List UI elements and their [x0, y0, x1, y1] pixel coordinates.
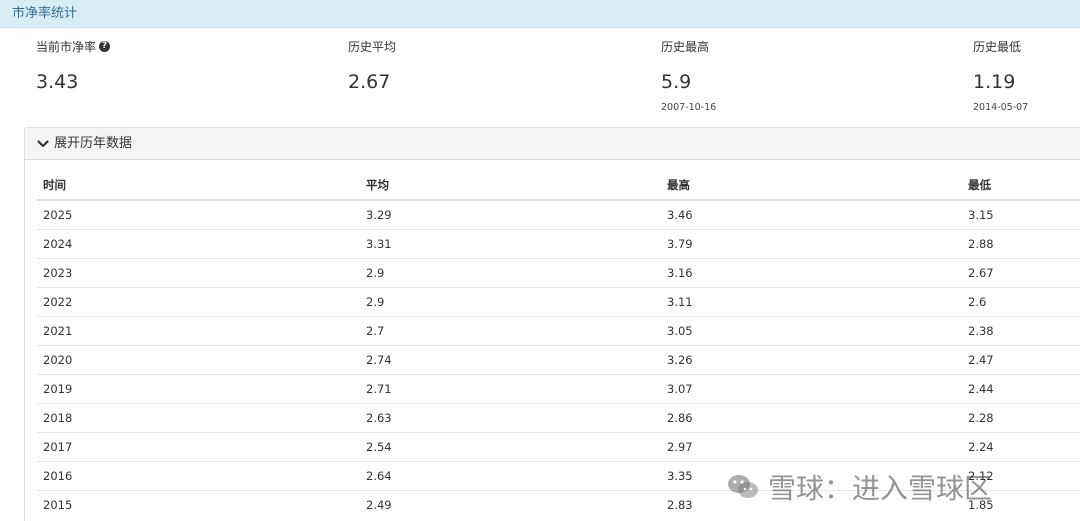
stat-value: 1.19	[973, 71, 1016, 93]
table-row: 2015 2.49 2.83 1.85	[37, 489, 1080, 519]
cell-avg: 2.71	[360, 373, 661, 403]
cell-year: 2022	[37, 286, 360, 316]
history-data-box: 展开历年数据 时间 平均 最高 最低 2025 3.29 3.46 3.15 2024…	[24, 127, 1080, 521]
col-header-time[interactable]: 时间	[37, 171, 360, 201]
cell-low: 2.6	[962, 286, 1080, 316]
stat-history-low: 历史最低 1.19 2014-05-07	[973, 38, 1028, 114]
stat-date: 2007-10-16	[661, 102, 717, 113]
stat-value: 5.9	[661, 71, 692, 93]
cell-avg: 3.29	[360, 199, 661, 229]
stat-value: 2.67	[348, 71, 391, 93]
stat-history-avg: 历史平均 2.67	[348, 38, 396, 94]
table-row: 2016 2.64 3.35 2.12	[37, 460, 1080, 490]
cell-year: 2021	[37, 315, 360, 345]
cell-high: 3.07	[661, 373, 962, 403]
table-row: 2017 2.54 2.97 2.24	[37, 431, 1080, 461]
table-body: 2025 3.29 3.46 3.15 2024 3.31 3.79 2.88 2023 2.…	[37, 199, 1080, 519]
cell-low: 2.88	[962, 228, 1080, 258]
panel-title: 市净率统计	[12, 6, 78, 21]
cell-year: 2025	[37, 199, 360, 229]
cell-low: 1.85	[962, 489, 1080, 519]
cell-year: 2019	[37, 373, 360, 403]
stat-current-pb: 当前市净率 ? 3.43	[36, 38, 111, 94]
cell-low: 2.24	[962, 431, 1080, 461]
table-row: 2025 3.29 3.46 3.15	[37, 199, 1080, 229]
cell-avg: 2.54	[360, 431, 661, 461]
cell-high: 2.86	[661, 402, 962, 432]
chevron-down-icon	[37, 139, 49, 147]
cell-avg: 2.9	[360, 286, 661, 316]
col-header-avg[interactable]: 平均	[360, 171, 661, 201]
cell-year: 2020	[37, 344, 360, 374]
cell-low: 2.38	[962, 315, 1080, 345]
table-row: 2022 2.9 3.11 2.6	[37, 286, 1080, 316]
cell-avg: 2.64	[360, 460, 661, 490]
cell-year: 2015	[37, 489, 360, 519]
cell-high: 3.05	[661, 315, 962, 345]
cell-high: 3.16	[661, 257, 962, 287]
table-row: 2021 2.7 3.05 2.38	[37, 315, 1080, 345]
col-header-high[interactable]: 最高	[661, 171, 962, 201]
stat-label: 历史最低	[973, 39, 1022, 54]
cell-high: 3.26	[661, 344, 962, 374]
table-row: 2018 2.63 2.86 2.28	[37, 402, 1080, 432]
cell-high: 3.11	[661, 286, 962, 316]
col-header-low[interactable]: 最低	[962, 171, 1080, 201]
cell-avg: 3.31	[360, 228, 661, 258]
collapse-toggle[interactable]: 展开历年数据	[25, 128, 1080, 160]
table-row: 2023 2.9 3.16 2.67	[37, 257, 1080, 287]
help-icon[interactable]: ?	[99, 40, 111, 52]
stat-date: 2014-05-07	[973, 102, 1029, 113]
collapse-label: 展开历年数据	[54, 135, 133, 151]
cell-low: 3.15	[962, 199, 1080, 229]
cell-low: 2.12	[962, 460, 1080, 490]
table-row: 2019 2.71 3.07 2.44	[37, 373, 1080, 403]
cell-year: 2023	[37, 257, 360, 287]
table-row: 2020 2.74 3.26 2.47	[37, 344, 1080, 374]
history-table: 时间 平均 最高 最低 2025 3.29 3.46 3.15 2024 3.31 3.7…	[37, 171, 1080, 519]
cell-low: 2.28	[962, 402, 1080, 432]
cell-low: 2.67	[962, 257, 1080, 287]
stat-value: 3.43	[36, 71, 79, 93]
table-row: 2024 3.31 3.79 2.88	[37, 228, 1080, 258]
cell-year: 2017	[37, 431, 360, 461]
table-header-row: 时间 平均 最高 最低	[37, 171, 1080, 201]
panel-header: 市净率统计	[0, 0, 1080, 28]
cell-high: 2.97	[661, 431, 962, 461]
stat-label: 历史平均	[348, 39, 397, 54]
cell-avg: 2.74	[360, 344, 661, 374]
cell-avg: 2.49	[360, 489, 661, 519]
cell-year: 2024	[37, 228, 360, 258]
cell-low: 2.47	[962, 344, 1080, 374]
cell-high: 3.79	[661, 228, 962, 258]
stat-label: 历史最高	[661, 39, 710, 54]
cell-year: 2016	[37, 460, 360, 490]
stat-label: 当前市净率 ?	[36, 38, 111, 54]
stats-row: 当前市净率 ? 3.43 历史平均 2.67 历史最高 5.9 2007-10-…	[0, 28, 1080, 126]
cell-high: 3.46	[661, 199, 962, 229]
cell-low: 2.44	[962, 373, 1080, 403]
cell-year: 2018	[37, 402, 360, 432]
cell-high: 2.83	[661, 489, 962, 519]
cell-high: 3.35	[661, 460, 962, 490]
cell-avg: 2.9	[360, 257, 661, 287]
cell-avg: 2.7	[360, 315, 661, 345]
cell-avg: 2.63	[360, 402, 661, 432]
stat-history-high: 历史最高 5.9 2007-10-16	[661, 38, 716, 114]
